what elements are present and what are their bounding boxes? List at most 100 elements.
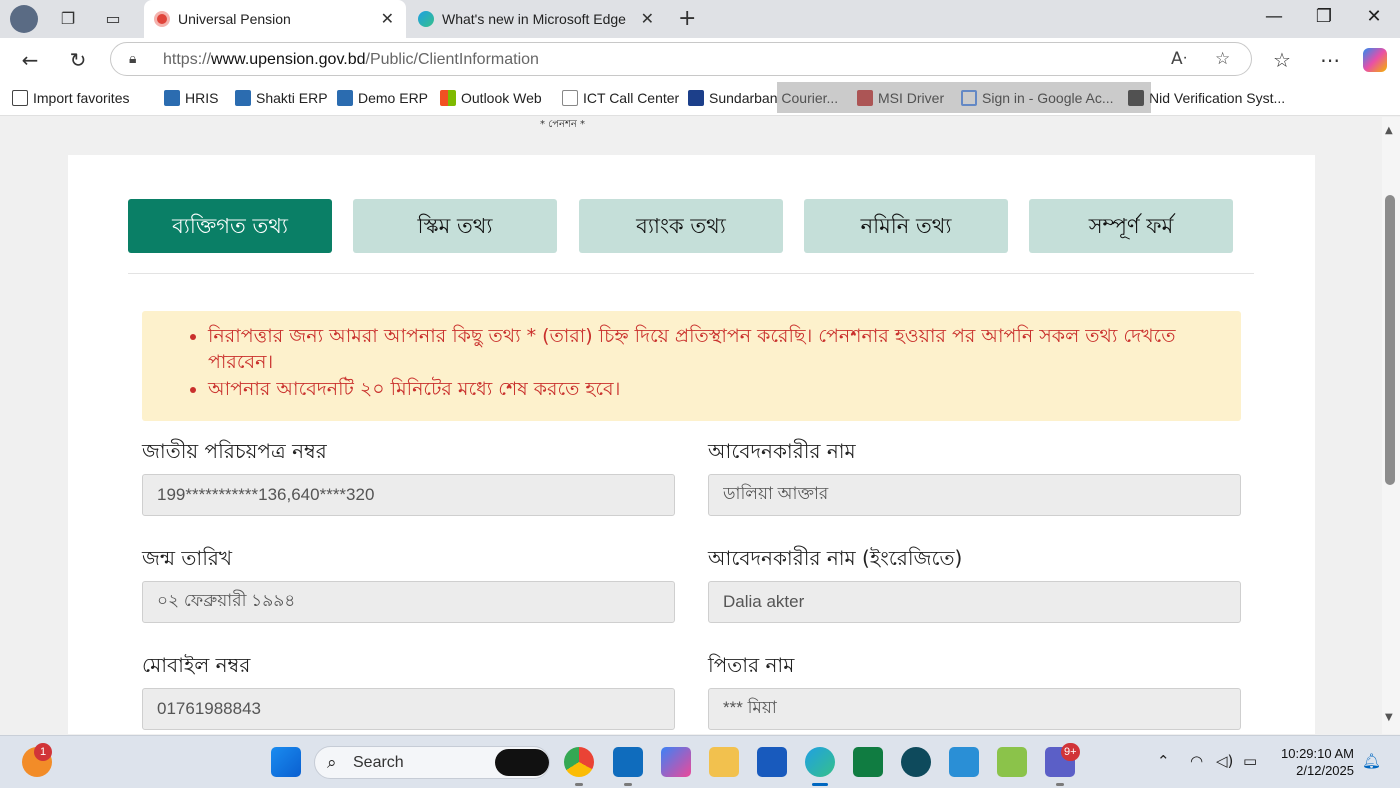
chrome-icon[interactable]	[564, 747, 594, 777]
applicant-name-label: আবেদনকারীর নাম	[708, 439, 856, 463]
pension-favicon	[154, 11, 170, 27]
microsoft-logo-icon	[440, 90, 456, 106]
page-viewport: * পেনশন * ব্যক্তিগত তথ্য স্কিম তথ্য ব্যা…	[0, 117, 1382, 734]
applicant-name-en-label: আবেদনকারীর নাম (ইংরেজিতে)	[708, 546, 963, 570]
search-label: Search	[353, 754, 404, 771]
running-indicator	[575, 783, 583, 786]
refresh-icon[interactable]: ↻	[66, 48, 90, 72]
courier-logo-icon	[688, 90, 704, 106]
alert-item: নিরাপত্তার জন্য আমরা আপনার কিছু তথ্য * (…	[208, 323, 1221, 375]
running-indicator-active	[812, 783, 828, 786]
father-name-input[interactable]	[708, 688, 1241, 730]
clock-date: 2/12/2025	[1296, 763, 1354, 778]
favorite-star-icon[interactable]: ☆	[1215, 49, 1230, 69]
close-window-icon[interactable]: ✕	[1359, 6, 1389, 27]
step-bank-info[interactable]: ব্যাংক তথ্য	[579, 199, 783, 253]
close-tab-icon[interactable]: ✕	[641, 9, 654, 29]
tab-whats-new-edge[interactable]: What's new in Microsoft Edge ✕	[408, 0, 666, 38]
scroll-down-icon[interactable]: ▼	[1385, 712, 1393, 723]
copilot-icon[interactable]	[1363, 48, 1387, 72]
shakti-logo-icon	[235, 90, 251, 106]
excel-icon[interactable]	[853, 747, 883, 777]
nid-label: জাতীয় পরিচয়পত্র নম্বর	[142, 439, 327, 463]
word-icon[interactable]	[757, 747, 787, 777]
page-icon	[562, 90, 578, 106]
import-icon	[12, 90, 28, 106]
url-text[interactable]: https://www.upension.gov.bd/Public/Clien…	[163, 51, 539, 69]
profile-avatar[interactable]	[10, 5, 38, 33]
running-indicator	[1056, 783, 1064, 786]
wifi-icon[interactable]: ◠	[1190, 752, 1203, 770]
tab-title: Universal Pension	[178, 11, 291, 27]
notification-bell-icon[interactable]: 🔔︎	[1362, 752, 1381, 770]
bookmark-hris[interactable]: HRIS	[164, 90, 218, 106]
page-scrollbar[interactable]: ▲ ▼	[1382, 117, 1400, 734]
start-windows-icon[interactable]	[271, 747, 301, 777]
new-tab-icon[interactable]: +	[678, 6, 696, 31]
edge-icon[interactable]	[805, 747, 835, 777]
bookmark-shakti-erp[interactable]: Shakti ERP	[235, 90, 328, 106]
bookmark-outlook-web[interactable]: Outlook Web	[440, 90, 542, 106]
taskbar-search[interactable]: ⌕ Search	[314, 746, 550, 779]
taskbar: 1 ⌕ Search 9+ ⌃ ◠ ◁) ▭ 10:29:10 AM 2/12/…	[0, 735, 1400, 788]
back-arrow-icon[interactable]: ←	[18, 48, 42, 72]
step-nominee-info[interactable]: নমিনি তথ্য	[804, 199, 1008, 253]
bookmark-nid-verification[interactable]: Nid Verification Syst...	[1128, 90, 1285, 106]
close-tab-icon[interactable]: ✕	[381, 9, 394, 29]
dob-input[interactable]	[142, 581, 675, 623]
step-complete-form[interactable]: সম্পূর্ণ ফর্ম	[1029, 199, 1233, 253]
shakti-logo-icon	[164, 90, 180, 106]
read-aloud-icon[interactable]: Aᐧ	[1171, 49, 1187, 69]
tab-actions-icon[interactable]: ▭	[102, 8, 124, 30]
copilot-app-icon[interactable]	[661, 747, 691, 777]
favorites-icon[interactable]: ☆	[1270, 48, 1294, 72]
chevron-up-icon[interactable]: ⌃	[1157, 752, 1170, 770]
clock-time: 10:29:10 AM	[1281, 746, 1354, 761]
file-explorer-icon[interactable]	[709, 747, 739, 777]
scroll-up-icon[interactable]: ▲	[1385, 125, 1393, 136]
teams-badge: 9+	[1061, 743, 1080, 761]
outlook-icon[interactable]	[613, 747, 643, 777]
step-tabs: ব্যক্তিগত তথ্য স্কিম তথ্য ব্যাংক তথ্য নম…	[128, 199, 1254, 255]
edge-favicon	[418, 11, 434, 27]
tab-title: What's new in Microsoft Edge	[442, 11, 626, 27]
running-indicator	[624, 783, 632, 786]
restore-icon[interactable]: ❐	[1309, 6, 1339, 27]
alert-item: আপনার আবেদনটি ২০ মিনিটের মধ্যে শেষ করতে …	[208, 376, 1221, 402]
app-green-icon[interactable]	[997, 747, 1027, 777]
applicant-name-en-input[interactable]	[708, 581, 1241, 623]
page-top-text: * পেনশন *	[540, 119, 586, 130]
lock-icon[interactable]: 🔒︎	[129, 51, 136, 67]
more-menu-icon[interactable]: ⋯	[1318, 48, 1342, 72]
step-scheme-info[interactable]: স্কিম তথ্য	[353, 199, 557, 253]
bookmark-ict-call-center[interactable]: ICT Call Center	[562, 90, 679, 106]
bookmarks-bar: Import favorites HRIS Shakti ERP Demo ER…	[0, 81, 1400, 116]
tab-universal-pension[interactable]: Universal Pension ✕	[144, 0, 406, 38]
father-name-label: পিতার নাম	[708, 653, 795, 677]
notification-badge: 1	[34, 743, 52, 761]
step-personal-info[interactable]: ব্যক্তিগত তথ্য	[128, 199, 332, 253]
drag-overlay	[777, 82, 1151, 113]
bookmark-demo-erp[interactable]: Demo ERP	[337, 90, 428, 106]
mobile-input[interactable]	[142, 688, 675, 730]
clock[interactable]: 10:29:10 AM 2/12/2025	[1272, 745, 1354, 779]
shakti-logo-icon	[337, 90, 353, 106]
bookmark-import-favorites[interactable]: Import favorites	[12, 90, 129, 106]
volume-icon[interactable]: ◁)	[1216, 752, 1233, 770]
search-icon: ⌕	[327, 753, 337, 773]
browser-tab-strip: ❐ ▭ Universal Pension ✕ What's new in Mi…	[0, 0, 1400, 38]
browser-toolbar: ← ↻ 🔒︎ https://www.upension.gov.bd/Publi…	[0, 38, 1400, 81]
remote-desktop-icon[interactable]	[949, 747, 979, 777]
address-bar[interactable]: 🔒︎ https://www.upension.gov.bd/Public/Cl…	[110, 42, 1252, 76]
app-n-icon[interactable]	[901, 747, 931, 777]
minimize-icon[interactable]: —	[1259, 6, 1289, 27]
battery-icon[interactable]: ▭	[1243, 752, 1257, 770]
nid-input[interactable]	[142, 474, 675, 516]
search-highlight-icon	[495, 749, 549, 776]
mobile-label: মোবাইল নম্বর	[142, 653, 251, 677]
scrollbar-thumb[interactable]	[1385, 195, 1395, 485]
form-card: ব্যক্তিগত তথ্য স্কিম তথ্য ব্যাংক তথ্য নম…	[68, 155, 1315, 734]
warning-alert: নিরাপত্তার জন্য আমরা আপনার কিছু তথ্য * (…	[142, 311, 1241, 421]
workspaces-icon[interactable]: ❐	[57, 8, 79, 30]
applicant-name-input[interactable]	[708, 474, 1241, 516]
